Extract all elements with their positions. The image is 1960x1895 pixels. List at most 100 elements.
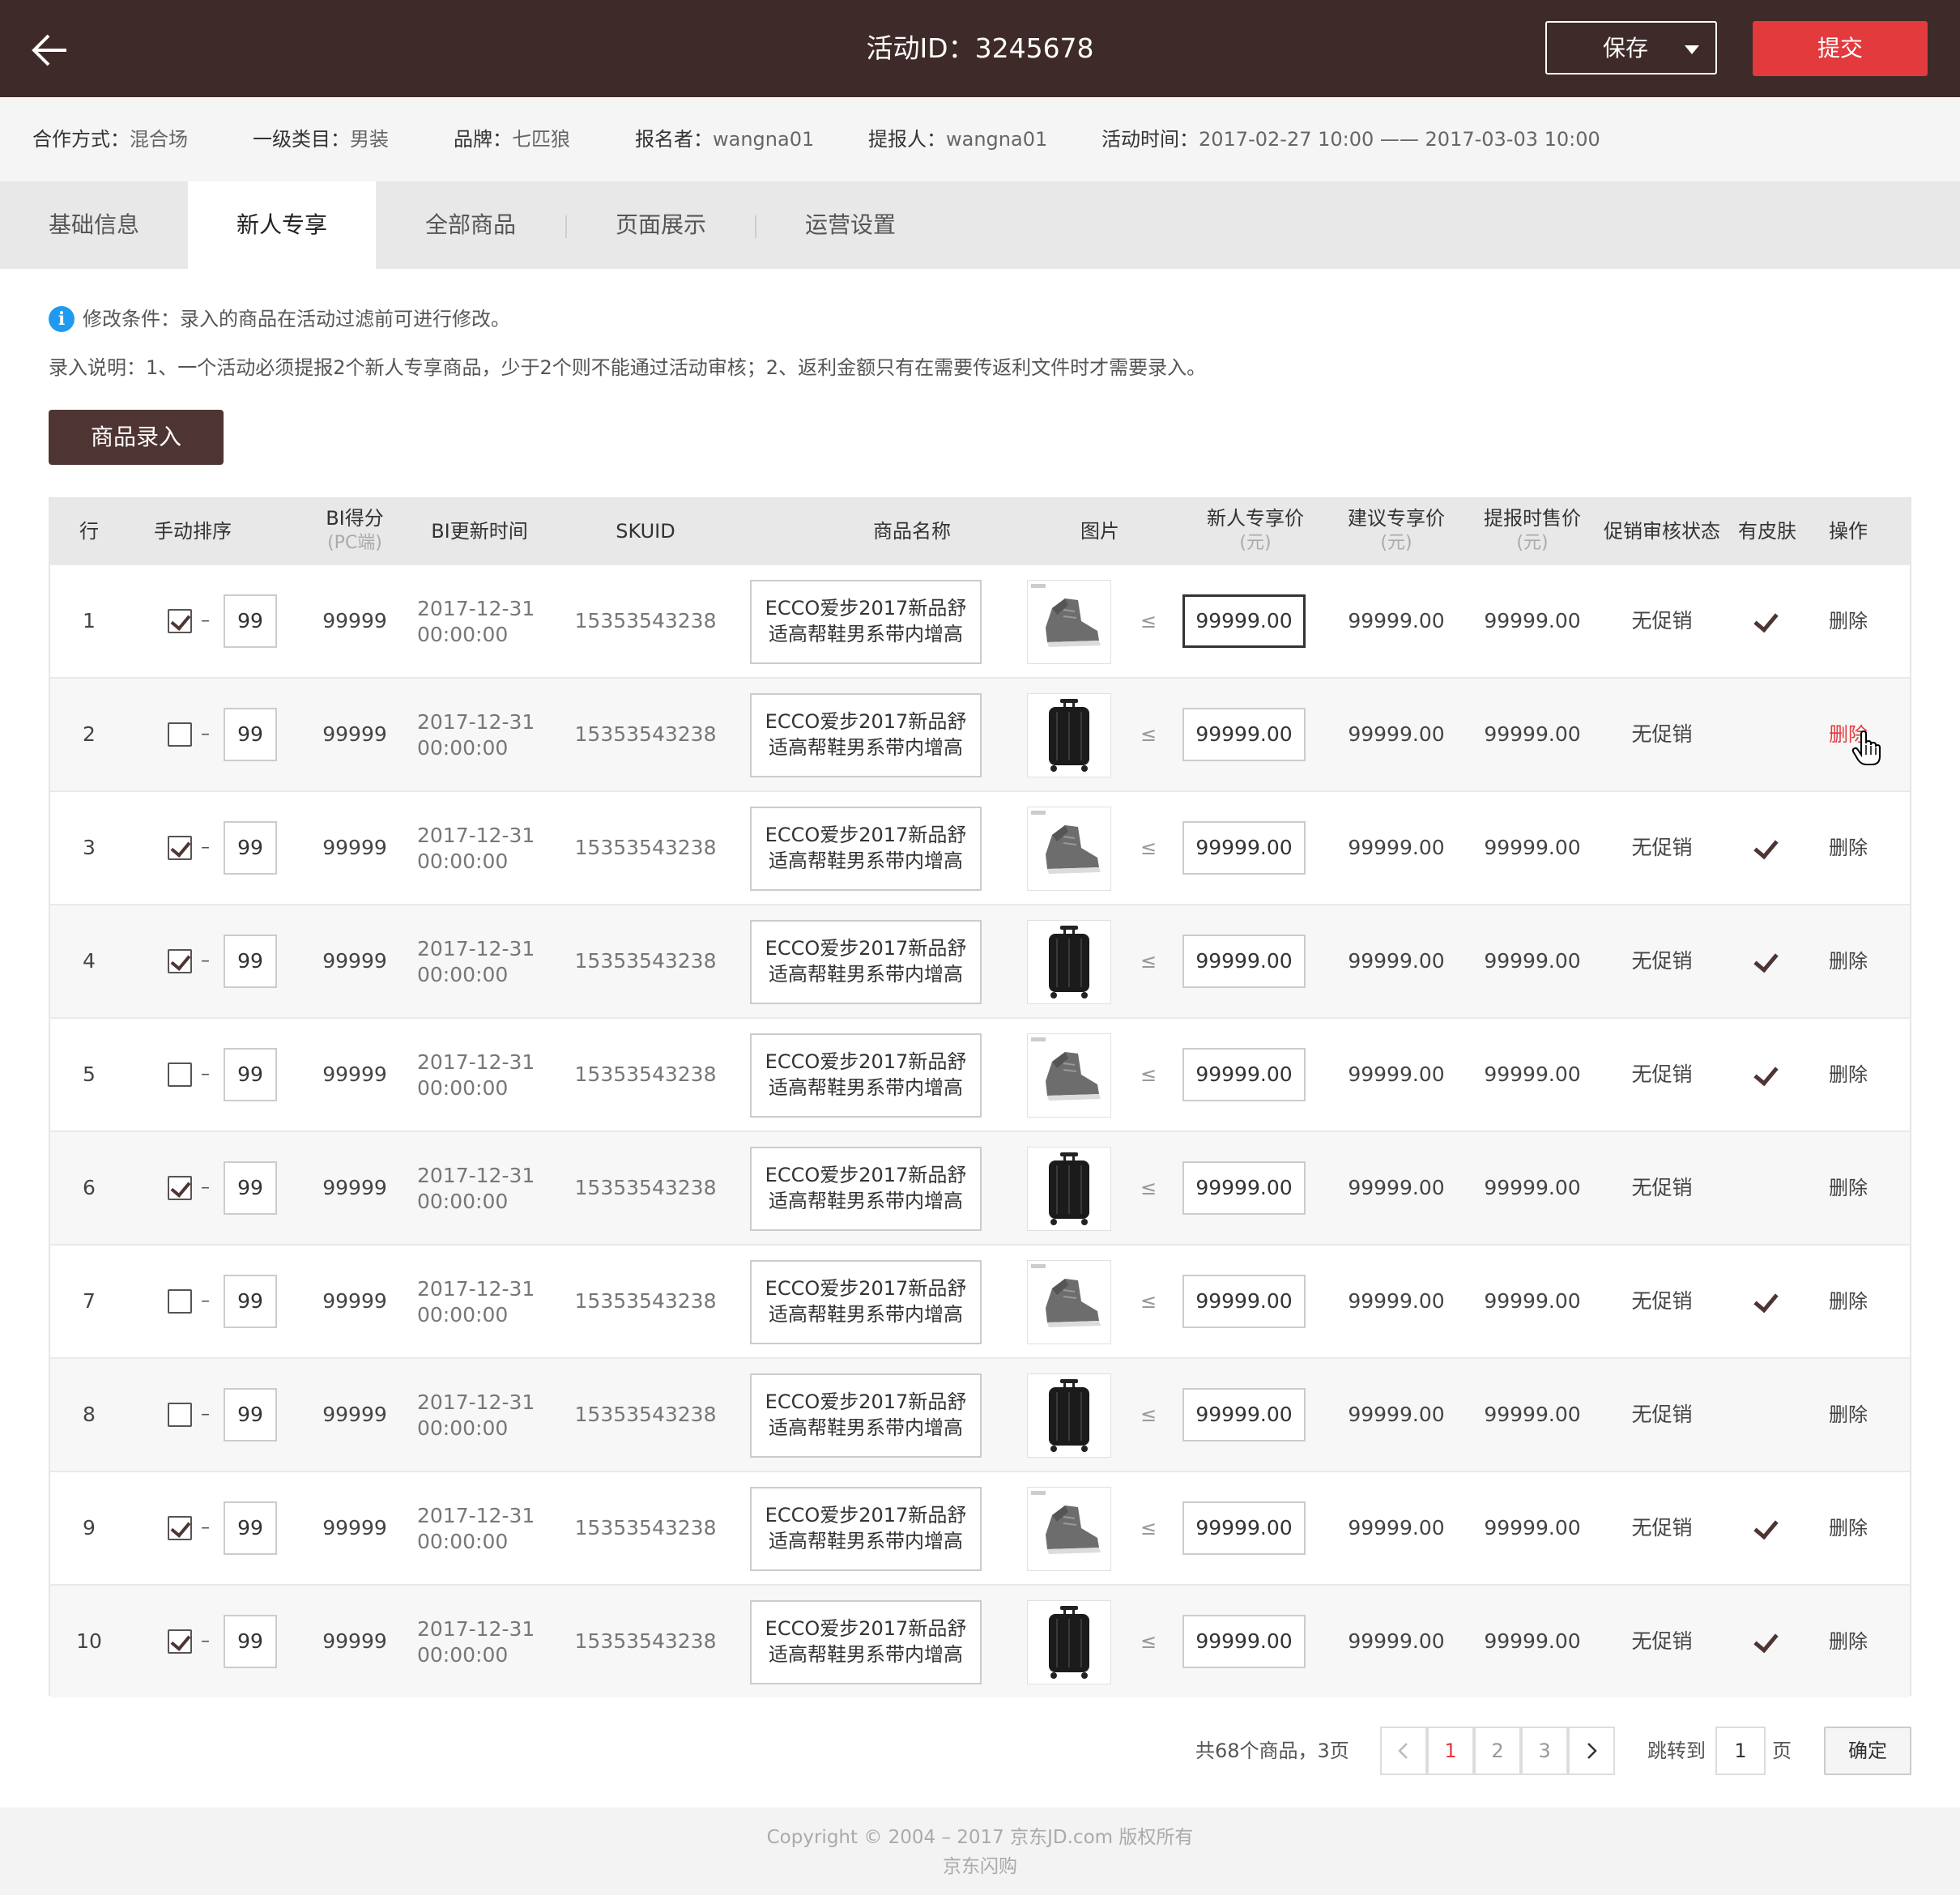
product-name-field[interactable]: ECCO爱步2017新品舒 适高帮鞋男系带内增高	[750, 1147, 982, 1231]
new-price-input[interactable]: 99999.00	[1182, 1275, 1306, 1328]
jump-confirm-button[interactable]: 确定	[1824, 1727, 1911, 1775]
sort-input[interactable]: 99	[224, 1388, 277, 1441]
row-checkbox[interactable]	[168, 722, 192, 747]
col-suggest-price-sub: (元)	[1380, 533, 1412, 553]
col-image: 图片	[1035, 499, 1165, 564]
delete-link[interactable]: 删除	[1808, 1019, 1889, 1131]
delete-link[interactable]: 删除	[1808, 1472, 1889, 1584]
check-icon	[170, 1177, 191, 1198]
sort-input[interactable]: 99	[224, 1615, 277, 1668]
page-button-1[interactable]: 1	[1427, 1727, 1474, 1775]
lte-symbol: ≤	[1140, 1290, 1157, 1313]
product-name-field[interactable]: ECCO爱步2017新品舒 适高帮鞋男系带内增高	[750, 1373, 982, 1458]
row-checkbox[interactable]	[168, 1629, 192, 1654]
page-button-2[interactable]: 2	[1474, 1727, 1521, 1775]
delete-link[interactable]: 删除	[1808, 1132, 1889, 1244]
product-table: 行 手动排序 BI得分 (PC端) BI更新时间 SKUID 商品名称 图片 新人…	[49, 497, 1911, 1697]
product-name-field[interactable]: ECCO爱步2017新品舒 适高帮鞋男系带内增高	[750, 1600, 982, 1684]
row-checkbox[interactable]	[168, 1176, 192, 1200]
checkmark-icon	[1753, 1287, 1779, 1314]
bi-time: 00:00:00	[417, 1190, 509, 1213]
row-number: 2	[83, 722, 96, 746]
row-checkbox[interactable]	[168, 1516, 192, 1540]
tab-basic-info[interactable]: 基础信息	[0, 181, 188, 269]
new-price-input[interactable]: 99999.00	[1182, 1615, 1306, 1668]
chevron-right-icon[interactable]	[1568, 1727, 1615, 1775]
row-checkbox[interactable]	[168, 1062, 192, 1087]
save-dropdown-button[interactable]: 保存	[1545, 21, 1717, 75]
bi-date: 2017-12-31	[417, 1050, 535, 1074]
checkmark-icon	[1749, 607, 1782, 633]
sort-input[interactable]: 99	[224, 821, 277, 875]
sort-input[interactable]: 99	[224, 1161, 277, 1215]
product-name-field[interactable]: ECCO爱步2017新品舒 适高帮鞋男系带内增高	[750, 1260, 982, 1344]
product-name-line: ECCO爱步2017新品舒	[765, 937, 967, 960]
new-price-input[interactable]: 99999.00	[1182, 821, 1306, 875]
col-suggest-price: 建议专享价 (元)	[1332, 499, 1461, 564]
col-sort-label: 手动排序	[154, 520, 232, 543]
delete-link[interactable]: 删除	[1808, 1246, 1889, 1357]
new-price-input[interactable]: 99999.00	[1182, 1388, 1306, 1441]
product-name-field[interactable]: ECCO爱步2017新品舒 适高帮鞋男系带内增高	[750, 693, 982, 777]
new-price-input[interactable]: 99999.00	[1182, 1501, 1306, 1555]
tab-page-display[interactable]: 页面展示	[567, 181, 755, 269]
product-name-line: 适高帮鞋男系带内增高	[769, 850, 963, 872]
product-image-shoe	[1027, 580, 1111, 664]
tab-new-user-exclusive[interactable]: 新人专享	[188, 181, 376, 269]
lte-symbol: ≤	[1140, 1177, 1157, 1199]
suggest-price: 99999.00	[1348, 836, 1445, 859]
bi-score: 99999	[322, 1629, 387, 1653]
sort-input[interactable]: 99	[224, 594, 277, 648]
sort-input[interactable]: 99	[224, 1048, 277, 1101]
new-price-input[interactable]: 99999.00	[1182, 708, 1306, 761]
page-button-3[interactable]: 3	[1521, 1727, 1568, 1775]
new-price-input[interactable]: 99999.00	[1182, 1161, 1306, 1215]
row-checkbox[interactable]	[168, 1403, 192, 1427]
delete-link[interactable]: 删除	[1808, 905, 1889, 1017]
row-checkbox[interactable]	[168, 1289, 192, 1314]
meta-value: 2017-02-27 10:00 —— 2017-03-03 10:00	[1199, 128, 1600, 151]
checkmark-icon	[1753, 833, 1779, 860]
delete-link[interactable]: 删除	[1808, 565, 1889, 677]
product-name-field[interactable]: ECCO爱步2017新品舒 适高帮鞋男系带内增高	[750, 920, 982, 1004]
row-checkbox[interactable]	[168, 836, 192, 860]
new-price-input[interactable]: 99999.00	[1182, 594, 1306, 648]
bi-date: 2017-12-31	[417, 1164, 535, 1187]
col-promo-status-label: 促销审核状态	[1604, 520, 1720, 543]
sort-input[interactable]: 99	[224, 935, 277, 988]
checkmark-icon	[1749, 833, 1782, 860]
delete-link[interactable]: 删除	[1808, 792, 1889, 904]
row-checkbox[interactable]	[168, 609, 192, 633]
product-name-field[interactable]: ECCO爱步2017新品舒 适高帮鞋男系带内增高	[750, 580, 982, 664]
row-number: 5	[83, 1062, 96, 1086]
bi-time: 00:00:00	[417, 623, 509, 646]
sort-input[interactable]: 99	[224, 708, 277, 761]
row-checkbox[interactable]	[168, 949, 192, 973]
row-number: 10	[76, 1629, 102, 1653]
col-name: 商品名称	[750, 499, 1074, 564]
lte-symbol: ≤	[1140, 1517, 1157, 1539]
product-entry-button[interactable]: 商品录入	[49, 410, 224, 465]
chevron-left-icon[interactable]	[1380, 1727, 1427, 1775]
jump-page-input[interactable]: 1	[1715, 1727, 1766, 1775]
product-name-field[interactable]: ECCO爱步2017新品舒 适高帮鞋男系带内增高	[750, 807, 982, 891]
sort-input[interactable]: 99	[224, 1501, 277, 1555]
tab-operation-settings[interactable]: 运营设置	[756, 181, 944, 269]
new-price-input[interactable]: 99999.00	[1182, 935, 1306, 988]
product-name-field[interactable]: ECCO爱步2017新品舒 适高帮鞋男系带内增高	[750, 1487, 982, 1571]
table-row: 7–99 99999 2017-12-31 00:00:00 15353543238 EC…	[50, 1244, 1910, 1357]
delete-link[interactable]: 删除	[1808, 1359, 1889, 1471]
col-sale-price-sub: (元)	[1516, 533, 1549, 553]
lte-symbol: ≤	[1140, 837, 1157, 859]
bi-time: 00:00:00	[417, 1530, 509, 1553]
new-price-input[interactable]: 99999.00	[1182, 1048, 1306, 1101]
submit-button[interactable]: 提交	[1753, 21, 1928, 76]
chevron-right-icon	[1587, 1743, 1597, 1759]
table-row: 6–99 99999 2017-12-31 00:00:00 15353543238 EC…	[50, 1131, 1910, 1244]
sort-input[interactable]: 99	[224, 1275, 277, 1328]
product-name-field[interactable]: ECCO爱步2017新品舒 适高帮鞋男系带内增高	[750, 1033, 982, 1118]
table-row: 5–99 99999 2017-12-31 00:00:00 15353543238 EC…	[50, 1017, 1910, 1131]
tab-all-products[interactable]: 全部商品	[376, 181, 565, 269]
delete-link[interactable]: 删除	[1808, 1586, 1889, 1697]
col-skin-label: 有皮肤	[1738, 520, 1796, 543]
